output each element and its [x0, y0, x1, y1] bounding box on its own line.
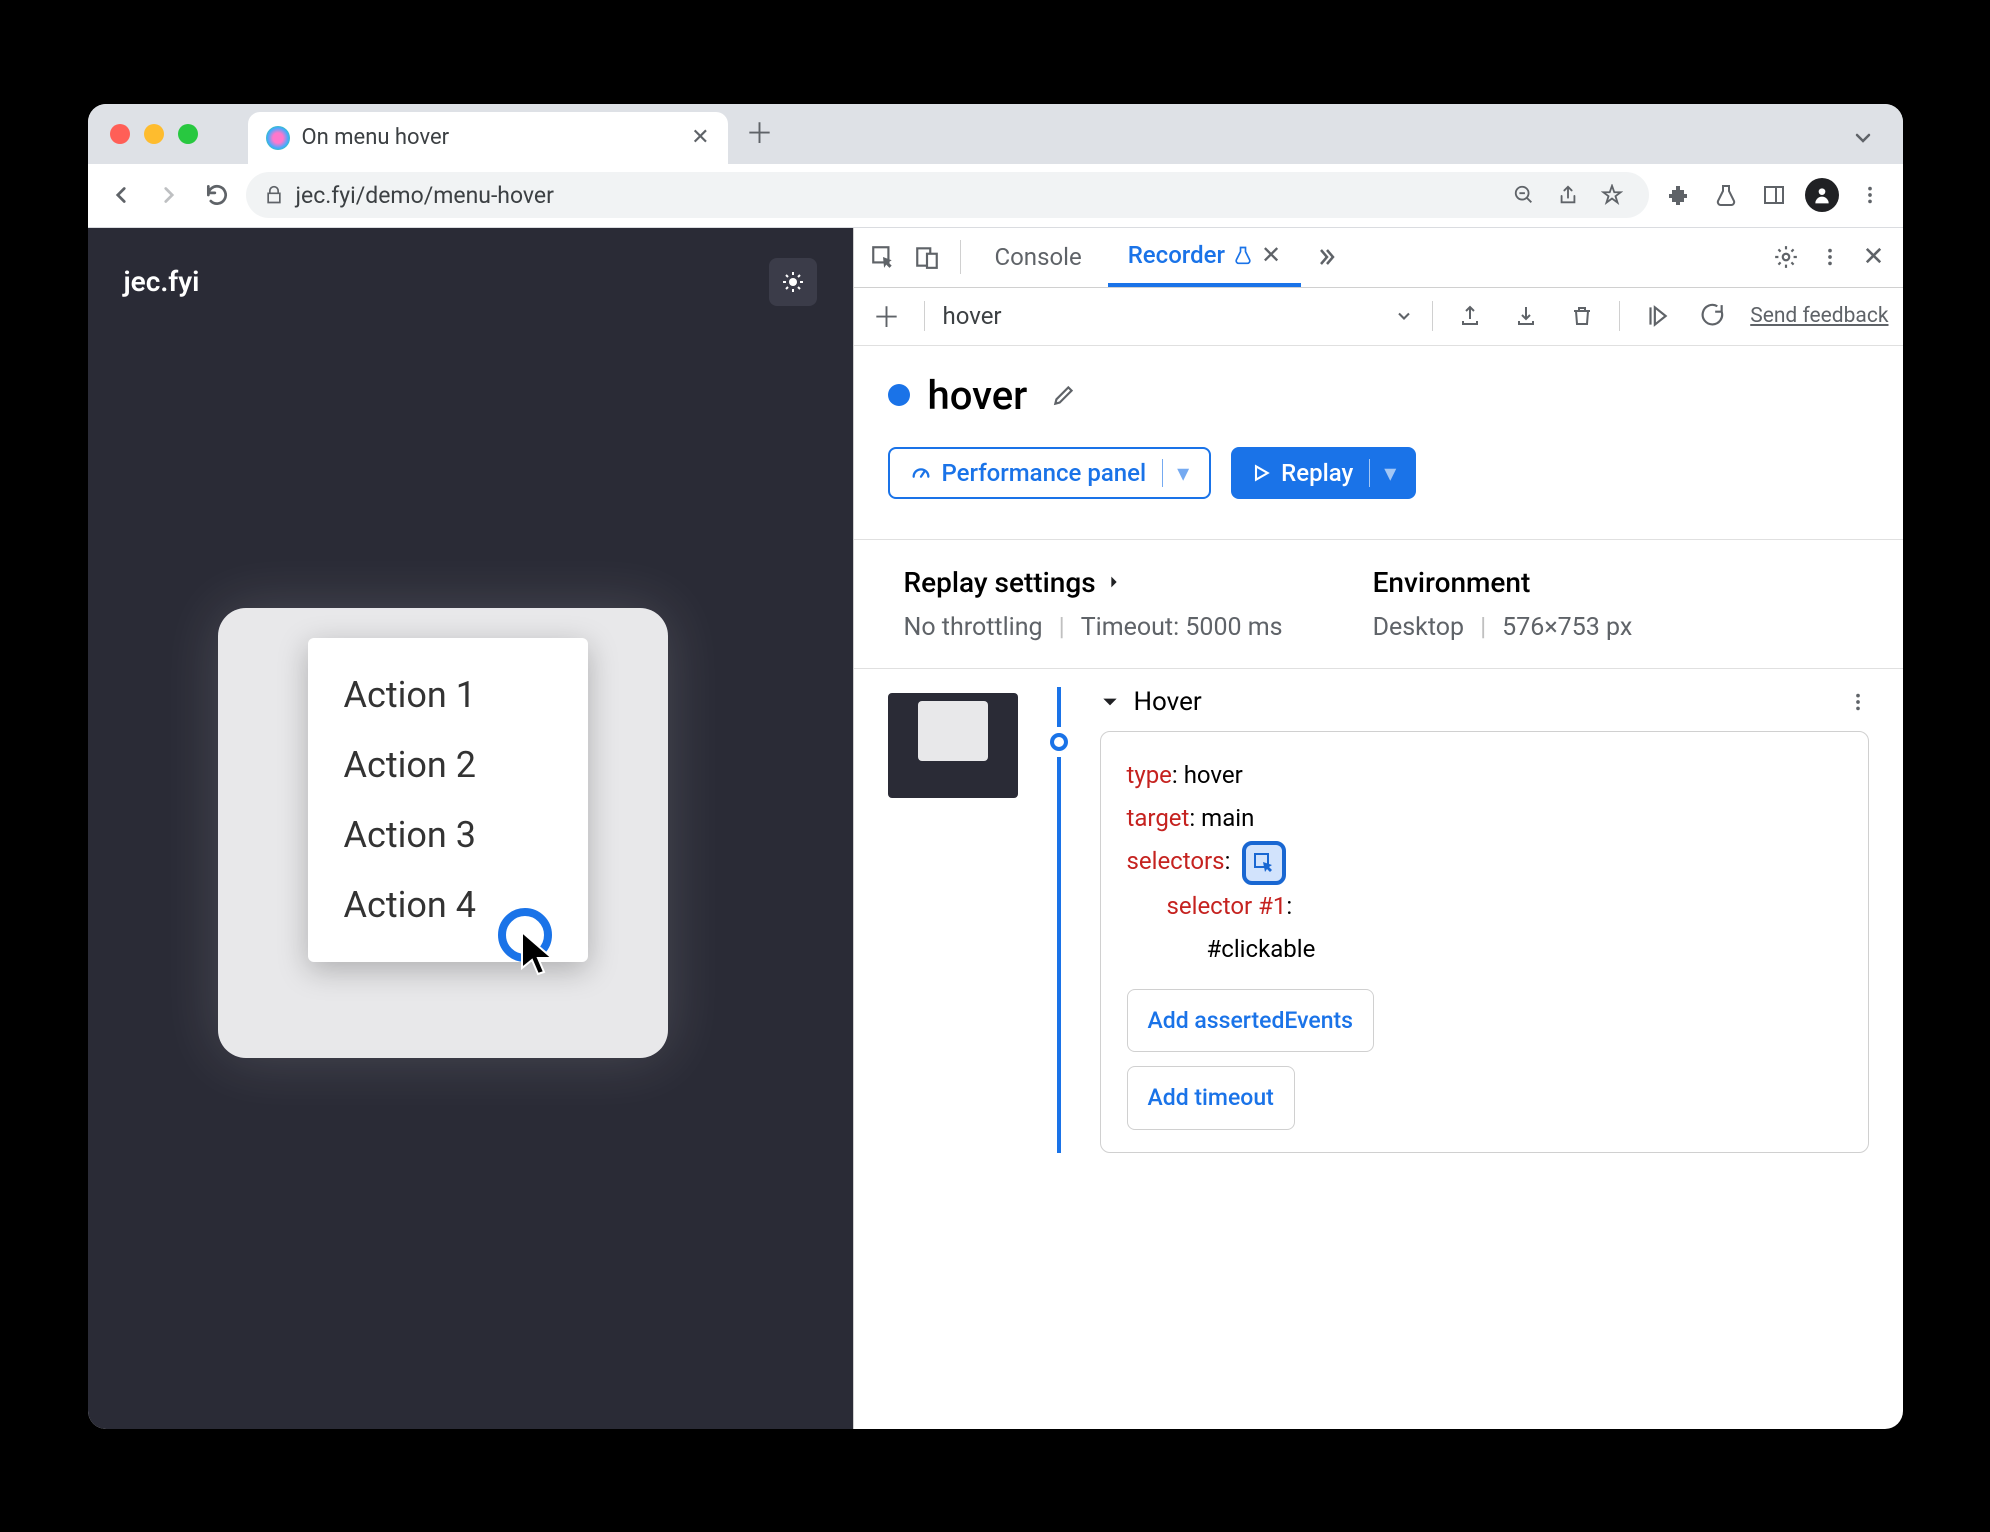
reload-button[interactable]	[198, 176, 236, 214]
kebab-menu-icon[interactable]	[1811, 238, 1849, 276]
menu-item[interactable]: Action 3	[308, 800, 588, 870]
devtools-panel: Console Recorder ✕ ✕ ＋ hover	[853, 228, 1903, 1429]
more-tabs-icon[interactable]	[1307, 238, 1345, 276]
extensions-icon[interactable]	[1659, 176, 1697, 214]
hover-card[interactable]: Hover over me! Action 1 Action 2 Action …	[218, 608, 668, 1058]
close-devtools-icon[interactable]: ✕	[1855, 238, 1893, 276]
chevron-down-icon[interactable]: ▾	[1369, 459, 1396, 487]
chevron-right-icon	[1106, 574, 1122, 590]
recording-status-icon	[888, 384, 910, 406]
timeline-node-icon[interactable]	[1050, 733, 1068, 751]
theme-toggle-button[interactable]	[769, 258, 817, 306]
add-asserted-events-button[interactable]: Add assertedEvents	[1127, 989, 1375, 1052]
window-minimize-button[interactable]	[144, 124, 164, 144]
export-icon[interactable]	[1451, 297, 1489, 335]
profile-avatar[interactable]	[1803, 176, 1841, 214]
replay-button[interactable]: Replay ▾	[1231, 447, 1416, 499]
address-bar[interactable]: jec.fyi/demo/menu-hover	[246, 172, 1649, 218]
tab-title: On menu hover	[302, 125, 680, 150]
step-menu-icon[interactable]	[1847, 691, 1869, 713]
share-icon[interactable]	[1549, 176, 1587, 214]
inspect-icon[interactable]	[864, 238, 902, 276]
cursor-icon	[520, 930, 560, 976]
tab-recorder[interactable]: Recorder ✕	[1108, 228, 1301, 288]
tab-close-icon[interactable]: ✕	[691, 125, 709, 150]
chevron-down-icon[interactable]	[1394, 306, 1414, 326]
tabs-dropdown-icon[interactable]	[1851, 126, 1875, 150]
step-thumbnail	[888, 693, 1018, 798]
rendered-page: jec.fyi Hover over me! Action 1 Action 2…	[88, 228, 853, 1429]
favicon	[266, 126, 290, 150]
zoom-icon[interactable]	[1505, 176, 1543, 214]
lock-icon	[264, 185, 284, 205]
browser-tab[interactable]: On menu hover ✕	[248, 112, 728, 164]
browser-toolbar: jec.fyi/demo/menu-hover	[88, 164, 1903, 228]
step-forward-icon[interactable]	[1638, 297, 1676, 335]
labs-icon[interactable]	[1707, 176, 1745, 214]
environment-header: Environment	[1373, 566, 1633, 599]
device-toggle-icon[interactable]	[908, 238, 946, 276]
chevron-down-icon[interactable]	[1100, 692, 1120, 712]
throttling-value: No throttling	[904, 613, 1043, 642]
window-zoom-button[interactable]	[178, 124, 198, 144]
menu-item[interactable]: Action 1	[308, 660, 588, 730]
hover-menu: Action 1 Action 2 Action 3 Action 4	[308, 638, 588, 962]
window-titlebar: On menu hover ✕ ＋	[88, 104, 1903, 164]
import-icon[interactable]	[1507, 297, 1545, 335]
performance-panel-button[interactable]: Performance panel ▾	[888, 447, 1212, 499]
replay-settings-header[interactable]: Replay settings	[904, 566, 1283, 599]
window-close-button[interactable]	[110, 124, 130, 144]
chevron-down-icon[interactable]: ▾	[1162, 459, 1189, 487]
url-text: jec.fyi/demo/menu-hover	[296, 182, 554, 209]
edit-name-icon[interactable]	[1045, 376, 1083, 414]
step-properties: type: hover target: main selectors: sele…	[1100, 731, 1869, 1153]
back-button[interactable]	[102, 176, 140, 214]
timeout-value: Timeout: 5000 ms	[1081, 613, 1283, 642]
viewport-value: 576×753 px	[1502, 613, 1632, 642]
new-tab-button[interactable]: ＋	[746, 112, 774, 152]
add-timeout-button[interactable]: Add timeout	[1127, 1066, 1295, 1129]
menu-item[interactable]: Action 2	[308, 730, 588, 800]
labs-icon	[1233, 245, 1253, 265]
new-recording-button[interactable]: ＋	[868, 297, 906, 335]
step-name: Hover	[1134, 687, 1202, 717]
bookmark-icon[interactable]	[1593, 176, 1631, 214]
gauge-icon	[910, 462, 932, 484]
recording-name: hover	[928, 372, 1028, 419]
step-back-icon[interactable]	[1694, 297, 1732, 335]
recording-selector[interactable]: hover	[943, 302, 1377, 330]
settings-icon[interactable]	[1767, 238, 1805, 276]
play-icon	[1251, 463, 1271, 483]
tab-console[interactable]: Console	[975, 228, 1102, 288]
pick-selector-button[interactable]	[1242, 841, 1286, 885]
kebab-menu-icon[interactable]	[1851, 176, 1889, 214]
sidepanel-icon[interactable]	[1755, 176, 1793, 214]
forward-button[interactable]	[150, 176, 188, 214]
close-icon[interactable]: ✕	[1261, 241, 1281, 269]
page-title: jec.fyi	[124, 265, 200, 298]
device-value: Desktop	[1373, 613, 1464, 642]
delete-icon[interactable]	[1563, 297, 1601, 335]
send-feedback-link[interactable]: Send feedback	[1750, 304, 1888, 328]
